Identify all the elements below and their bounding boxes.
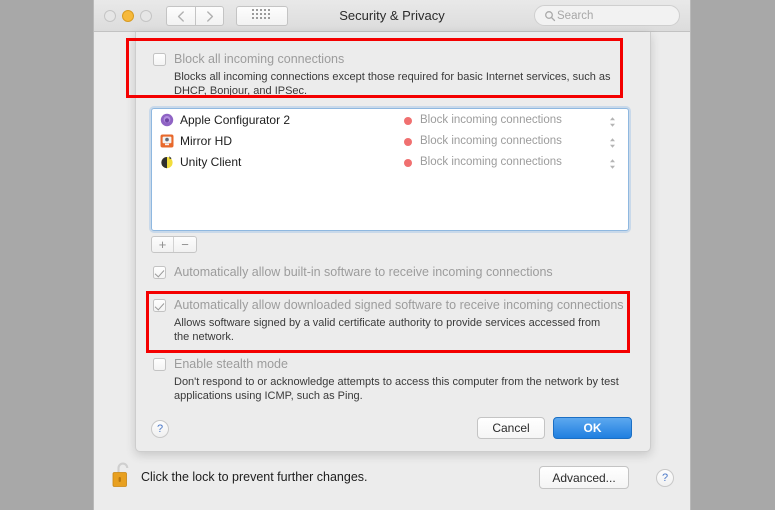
block-all-connections-checkbox[interactable] (153, 53, 166, 66)
app-status-stepper[interactable] (608, 157, 617, 176)
status-badge (404, 117, 412, 125)
app-status-stepper[interactable] (608, 136, 617, 155)
advanced-button[interactable]: Advanced... (539, 466, 629, 489)
apple-configurator-icon (160, 113, 174, 127)
remove-app-button[interactable]: − (174, 237, 196, 252)
enable-stealth-mode-label: Enable stealth mode (174, 357, 288, 371)
firewall-options-sheet: Block all incoming connections Blocks al… (135, 32, 651, 452)
status-badge (404, 159, 412, 167)
allow-signed-software-checkbox[interactable] (153, 299, 166, 312)
enable-stealth-mode-checkbox[interactable] (153, 358, 166, 371)
ok-button[interactable]: OK (553, 417, 632, 439)
add-app-button[interactable]: + (152, 237, 175, 252)
lock-bar: Click the lock to prevent further change… (94, 452, 690, 510)
app-status-stepper[interactable] (608, 115, 617, 134)
unlocked-padlock-icon[interactable] (110, 460, 134, 495)
list-item[interactable]: Unity Client Block incoming connections (152, 154, 628, 172)
app-name: Mirror HD (180, 134, 232, 148)
lock-status-text: Click the lock to prevent further change… (141, 470, 368, 484)
app-name: Unity Client (180, 155, 242, 169)
app-status-label: Block incoming connections (420, 156, 562, 168)
status-badge (404, 138, 412, 146)
app-status-label: Block incoming connections (420, 114, 562, 126)
list-item[interactable]: Apple Configurator 2 Block incoming conn… (152, 112, 628, 130)
security-privacy-window: Security & Privacy Search Block all inco… (93, 0, 691, 510)
app-status-label: Block incoming connections (420, 135, 562, 147)
mirror-hd-icon (160, 134, 174, 148)
allow-signed-software-label: Automatically allow downloaded signed so… (174, 298, 624, 312)
block-all-connections-description: Blocks all incoming connections except t… (174, 71, 611, 97)
unity-client-icon (160, 155, 174, 169)
allow-signed-software-description: Allows software signed by a valid certif… (174, 317, 601, 343)
window-toolbar: Security & Privacy Search (94, 0, 690, 32)
sheet-help-button[interactable]: ? (151, 420, 169, 438)
add-remove-control[interactable]: + − (151, 236, 197, 253)
allow-builtin-software-checkbox[interactable] (153, 266, 166, 279)
app-name: Apple Configurator 2 (180, 113, 291, 127)
enable-stealth-mode-description: Don't respond to or acknowledge attempts… (174, 376, 619, 402)
list-item[interactable]: Mirror HD Block incoming connections (152, 133, 628, 151)
block-all-connections-label: Block all incoming connections (174, 52, 345, 66)
allow-builtin-software-label: Automatically allow built-in software to… (174, 265, 553, 279)
cancel-button[interactable]: Cancel (477, 417, 545, 439)
search-placeholder-text: Search (557, 9, 594, 22)
search-icon (544, 10, 556, 25)
firewall-app-list[interactable]: Apple Configurator 2 Block incoming conn… (151, 108, 629, 231)
search-input[interactable]: Search (534, 5, 680, 26)
main-help-button[interactable]: ? (656, 469, 674, 487)
